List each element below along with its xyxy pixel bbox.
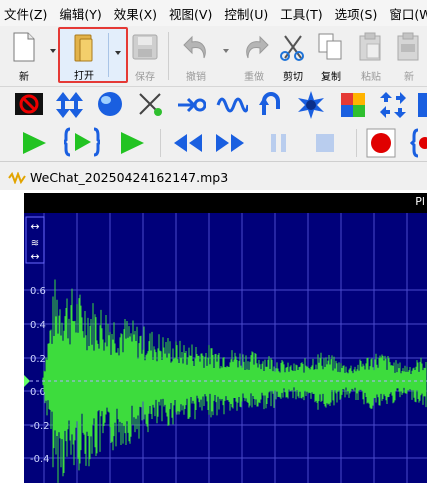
play-icon[interactable]: [20, 130, 48, 156]
save-button[interactable]: 保存: [130, 28, 160, 84]
amplitude-tick-label: 0.2: [30, 354, 46, 365]
paste-new-button-label: 新: [404, 72, 414, 83]
menu-control[interactable]: 控制(U): [224, 4, 268, 23]
open-dropdown-arrow[interactable]: [115, 51, 121, 55]
open-button[interactable]: 打开: [58, 27, 128, 83]
redo-button-label: 重做: [244, 72, 264, 83]
undo-button-label: 撤销: [186, 72, 206, 83]
waveform-header-text: Pl: [415, 195, 425, 208]
waveform-plot[interactable]: 0.6 0.4 0.2 0.0 -0.2 -0.4 ↔ ≋ ↔: [24, 213, 427, 483]
zoom-wave-icon[interactable]: ≋: [31, 238, 39, 249]
undo-icon: [183, 35, 206, 59]
waveform-header: Pl: [24, 193, 427, 213]
record-selection-icon[interactable]: [410, 128, 427, 158]
redo-icon: [246, 35, 269, 59]
stop-icon[interactable]: [314, 132, 336, 154]
reverse-icon[interactable]: [258, 91, 284, 119]
stop-sign-icon[interactable]: [14, 92, 44, 116]
menu-edit[interactable]: 编辑(Y): [59, 4, 101, 23]
amplitude-tick-label: 0.4: [30, 320, 46, 331]
save-button-label: 保存: [135, 72, 155, 83]
amplitude-tick-label: -0.2: [30, 421, 50, 432]
toolbar-separator: [168, 32, 169, 80]
insert-arrow-icon[interactable]: [176, 91, 206, 119]
menu-effects[interactable]: 效果(X): [114, 4, 157, 23]
cut-button-label: 剪切: [283, 72, 303, 83]
amplitude-tick-label: 0.6: [30, 286, 46, 297]
document-title: WeChat_20250424162147.mp3: [30, 170, 229, 185]
copy-button[interactable]: 复制: [314, 28, 348, 84]
normalize-arrows-icon[interactable]: [54, 90, 84, 120]
new-file-icon: [13, 32, 35, 62]
undo-dropdown-arrow[interactable]: [223, 49, 229, 53]
paste-new-button[interactable]: 新: [394, 28, 424, 84]
undo-button[interactable]: 撤销: [178, 28, 214, 84]
color-cube-icon[interactable]: [338, 90, 368, 120]
transport-toolbar: [0, 123, 427, 162]
menu-file[interactable]: 文件(Z): [4, 4, 47, 23]
menu-options[interactable]: 选项(S): [335, 4, 378, 23]
save-disk-icon: [132, 34, 158, 60]
menu-view[interactable]: 视图(V): [169, 4, 212, 23]
zoom-horizontal-icon[interactable]: ↔: [30, 220, 39, 233]
effects-toolbar: [0, 87, 427, 123]
fast-forward-icon[interactable]: [214, 132, 246, 154]
amplitude-tick-label: -0.4: [30, 454, 50, 465]
transport-separator: [160, 129, 161, 157]
transport-separator-2: [356, 129, 357, 157]
paste-button-label: 粘贴: [361, 72, 381, 83]
paste-new-icon: [397, 32, 419, 61]
cut-button[interactable]: 剪切: [276, 28, 310, 84]
redo-button[interactable]: 重做: [236, 28, 272, 84]
amplitude-ruler-margin: [0, 213, 24, 483]
zoom-controls: ↔ ≋ ↔: [25, 216, 45, 264]
playhead-marker[interactable]: [24, 375, 30, 387]
globe-icon[interactable]: [96, 90, 124, 118]
menu-window[interactable]: 窗口(W): [389, 4, 427, 23]
waveform-effect-icon[interactable]: [216, 91, 248, 119]
open-folder-icon: [74, 34, 93, 62]
record-icon[interactable]: [366, 128, 396, 158]
more-effects-icon[interactable]: [416, 90, 427, 120]
play-to-end-icon[interactable]: [118, 130, 146, 156]
play-selection-icon[interactable]: [64, 127, 100, 157]
pause-icon[interactable]: [268, 132, 290, 154]
scissors-icon: [280, 35, 304, 61]
new-dropdown-arrow[interactable]: [50, 49, 56, 53]
zoom-fit-icon[interactable]: ↔: [30, 250, 39, 263]
rewind-icon[interactable]: [172, 132, 204, 154]
menu-bar: 文件(Z) 编辑(Y) 效果(X) 视图(V) 控制(U) 工具(T) 选项(S…: [0, 0, 427, 26]
paste-button[interactable]: 粘贴: [354, 28, 388, 84]
new-button[interactable]: 新: [6, 28, 42, 84]
audio-file-icon: [8, 172, 26, 184]
copy-button-label: 复制: [321, 72, 341, 83]
clipboard-icon: [359, 32, 381, 61]
main-toolbar: 新 打开 保存 撤销 重做 剪切 复制 粘贴 新: [0, 26, 427, 87]
open-button-label: 打开: [74, 71, 94, 82]
expand-arrows-icon[interactable]: [378, 90, 408, 120]
waveform-canvas[interactable]: 0.60.40.20.0-0.2-0.4 ↔ ≋ ↔: [24, 213, 427, 483]
document-tab[interactable]: WeChat_20250424162147.mp3: [0, 166, 427, 190]
copy-icon: [318, 33, 342, 60]
silence-cut-icon[interactable]: [136, 90, 164, 118]
burst-effect-icon[interactable]: [296, 90, 326, 120]
open-dropdown-separator: [108, 33, 109, 77]
new-button-label: 新: [19, 72, 29, 83]
menu-tools[interactable]: 工具(T): [280, 4, 322, 23]
